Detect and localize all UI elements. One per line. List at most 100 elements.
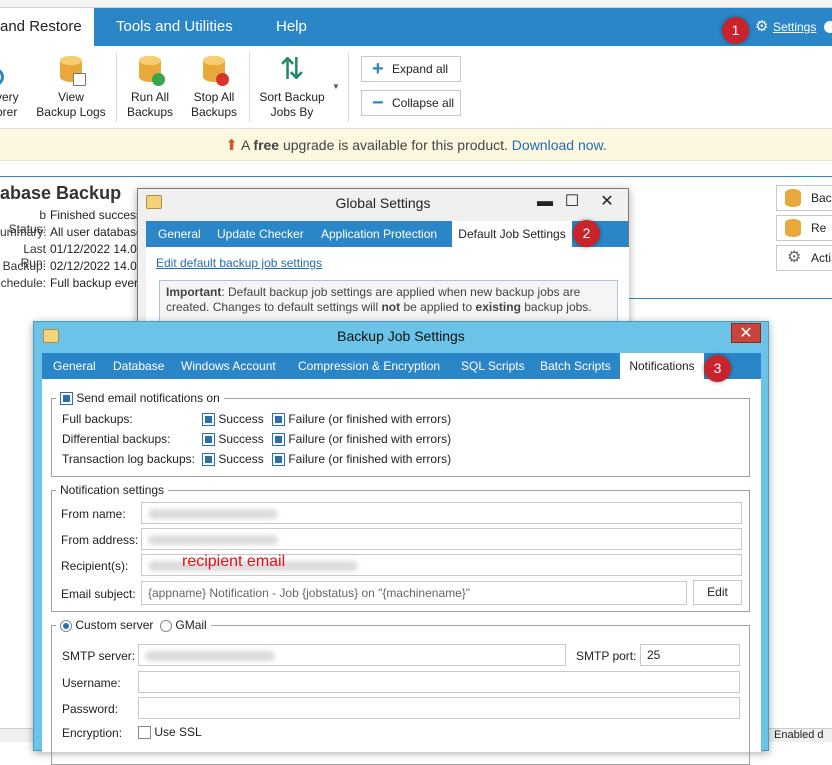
tab-backup-and-restore[interactable]: and Restore — [0, 8, 94, 46]
log-success-checkbox[interactable] — [202, 453, 215, 467]
tab-database[interactable]: Database — [113, 353, 164, 379]
database-stop-icon — [199, 54, 229, 86]
log-failure-checkbox[interactable] — [272, 453, 285, 467]
tab-sql-scripts[interactable]: SQL Scripts — [461, 353, 525, 379]
email-subject-input[interactable]: {appname} Notification - Job {jobstatus}… — [141, 581, 687, 605]
encryption-label: Encryption: — [62, 726, 123, 740]
tab-tools-and-utilities[interactable]: Tools and Utilities — [116, 8, 233, 46]
server-group: Custom server GMail SMTP server: SMTP po… — [51, 618, 750, 765]
settings-link[interactable]: Settings — [773, 20, 816, 34]
upgrade-banner: ⬆ A free upgrade is available for this p… — [0, 129, 832, 161]
full-success-label: Success — [218, 412, 264, 426]
full-failure-checkbox[interactable] — [272, 413, 285, 427]
tab-general[interactable]: General — [158, 221, 201, 247]
full-success[interactable]: Success — [202, 412, 264, 427]
close-button[interactable]: ✕ — [590, 192, 624, 212]
tab-notifications[interactable]: Notifications — [620, 353, 704, 379]
important-existing: existing — [475, 300, 521, 314]
backup-now-button[interactable]: Back — [776, 185, 832, 211]
smtp-port-input[interactable]: 25 — [640, 644, 740, 666]
expand-all-label: Expand all — [392, 62, 449, 76]
job-schedule-label: chedule: — [0, 276, 46, 290]
recovery-explorer-button[interactable]: very orer — [0, 54, 26, 120]
job-summary-label: ummary: — [0, 225, 47, 239]
dialog-title: Backup Job Settings — [337, 328, 465, 344]
send-email-caption: Send email notifications on — [56, 391, 224, 406]
run-all-backups-label: Run All Backups — [126, 90, 174, 119]
tab-windows-account[interactable]: Windows Account — [181, 353, 276, 379]
diff-success-checkbox[interactable] — [202, 433, 215, 447]
job-next-backup-value: 02/12/2022 14.00 — [50, 259, 144, 273]
from-name-input[interactable] — [141, 502, 742, 524]
username-input[interactable] — [138, 671, 740, 693]
diff-success[interactable]: Success — [202, 432, 264, 447]
run-all-backups-button[interactable]: Run All Backups — [124, 54, 176, 120]
stop-all-backups-label: Stop All Backups — [190, 90, 238, 119]
edit-subject-button[interactable]: Edit — [693, 580, 742, 605]
magnifier-icon — [0, 54, 26, 86]
close-button[interactable]: ✕ — [731, 323, 761, 343]
view-backup-logs-button[interactable]: View Backup Logs — [36, 54, 106, 120]
diff-failure[interactable]: Failure (or finished with errors) — [272, 432, 451, 447]
redacted-text — [148, 535, 278, 545]
tab-application-protection[interactable]: Application Protection — [321, 221, 437, 247]
job-last-run-value: 01/12/2022 14.00 — [50, 242, 144, 256]
redacted-text — [145, 651, 275, 661]
restore-label: Re — [811, 221, 827, 235]
use-ssl-option[interactable]: Use SSL — [138, 725, 202, 740]
collapse-all-button[interactable]: − Collapse all — [361, 90, 461, 116]
stop-all-backups-button[interactable]: Stop All Backups — [187, 54, 241, 120]
ribbon-tab-bar: and Restore Tools and Utilities Help ⚙ S… — [0, 8, 832, 46]
maximize-button[interactable]: ☐ — [558, 192, 586, 212]
log-success[interactable]: Success — [202, 452, 264, 467]
send-email-checkbox[interactable] — [60, 392, 73, 406]
custom-server-radio[interactable] — [60, 619, 72, 632]
smtp-server-label: SMTP server: — [62, 649, 136, 663]
gear-icon: ⚙ — [787, 249, 802, 266]
notification-settings-caption: Notification settings — [56, 483, 169, 497]
recipients-input[interactable]: recipient email — [141, 553, 742, 576]
tab-batch-scripts[interactable]: Batch Scripts — [540, 353, 611, 379]
download-now-link[interactable]: Download now. — [512, 137, 607, 153]
use-ssl-label: Use SSL — [154, 725, 202, 739]
log-failure-label: Failure (or finished with errors) — [288, 452, 452, 466]
use-ssl-checkbox[interactable] — [138, 726, 151, 740]
actions-button[interactable]: ⚙ Acti — [776, 245, 832, 271]
gmail-radio[interactable] — [160, 619, 173, 632]
tab-default-job-settings[interactable]: Default Job Settings — [452, 221, 572, 247]
ribbon-separator — [116, 52, 117, 122]
upload-arrow-icon: ⬆ — [225, 137, 238, 154]
job-summary-value: All user database — [50, 225, 143, 239]
redacted-text — [148, 509, 278, 519]
window-top-edge — [0, 0, 832, 8]
log-failure[interactable]: Failure (or finished with errors) — [272, 452, 452, 467]
important-text-2a: created. Changes to default settings wil… — [166, 300, 379, 314]
password-input[interactable] — [138, 697, 740, 719]
full-success-checkbox[interactable] — [202, 413, 215, 427]
full-failure[interactable]: Failure (or finished with errors) — [272, 412, 451, 427]
tab-general[interactable]: General — [53, 353, 96, 379]
log-success-label: Success — [218, 452, 264, 466]
restore-button[interactable]: Re — [776, 215, 832, 241]
recovery-explorer-label: very orer — [0, 90, 19, 119]
gear-icon: ⚙ — [755, 18, 769, 35]
from-address-input[interactable] — [141, 528, 742, 550]
important-label: Important — [166, 285, 222, 299]
job-title: abase Backup — [0, 183, 122, 203]
backup-now-label: Back — [811, 191, 832, 205]
sort-backup-jobs-button[interactable]: ⇅ Sort Backup Jobs By — [256, 54, 328, 120]
diff-success-label: Success — [218, 432, 264, 446]
edit-default-settings-link[interactable]: Edit default backup job settings — [156, 256, 322, 270]
global-settings-dialog: Global Settings ▬ ☐ ✕ General Update Che… — [137, 188, 629, 329]
expand-all-button[interactable]: + Expand all — [361, 56, 461, 82]
from-address-label: From address: — [61, 533, 139, 547]
smtp-server-input[interactable] — [138, 644, 566, 666]
tab-compression-encryption[interactable]: Compression & Encryption — [298, 353, 440, 379]
tab-update-checker[interactable]: Update Checker — [217, 221, 304, 247]
tab-help[interactable]: Help — [276, 8, 307, 46]
diff-failure-checkbox[interactable] — [272, 433, 285, 447]
dropdown-arrow-icon[interactable]: ▼ — [332, 82, 340, 91]
help-icon[interactable] — [824, 21, 832, 33]
minimize-button[interactable]: ▬ — [531, 192, 559, 212]
recipients-label: Recipient(s): — [61, 559, 129, 573]
